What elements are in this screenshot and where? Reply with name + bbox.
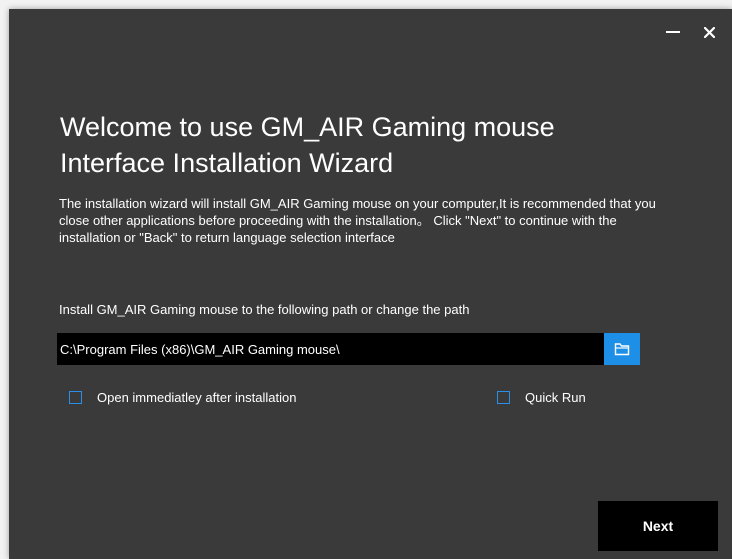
installer-window: Welcome to use GM_AIR Gaming mouse Inter… xyxy=(9,9,732,559)
close-icon xyxy=(703,26,715,38)
next-button[interactable]: Next xyxy=(598,501,718,551)
folder-icon xyxy=(614,343,630,356)
open-after-install-label: Open immediatley after installation xyxy=(97,390,297,405)
open-after-install-option[interactable]: Open immediatley after installation xyxy=(69,390,296,405)
browse-folder-button[interactable] xyxy=(604,333,640,365)
close-button[interactable] xyxy=(700,23,718,41)
window-controls xyxy=(664,23,718,41)
open-after-install-checkbox[interactable] xyxy=(69,391,82,404)
minimize-icon xyxy=(666,31,680,33)
quick-run-checkbox[interactable] xyxy=(497,391,510,404)
quick-run-option[interactable]: Quick Run xyxy=(497,390,586,405)
install-path-row xyxy=(57,333,640,365)
install-path-input[interactable] xyxy=(57,333,604,365)
title-line-1: Welcome to use GM_AIR Gaming mouse xyxy=(60,112,555,142)
minimize-button[interactable] xyxy=(664,23,682,41)
description-text: The installation wizard will install GM_… xyxy=(59,196,656,245)
install-path-label: Install GM_AIR Gaming mouse to the follo… xyxy=(59,302,470,317)
quick-run-label: Quick Run xyxy=(525,390,586,405)
title-line-2: Interface Installation Wizard xyxy=(60,148,394,178)
page-title: Welcome to use GM_AIR Gaming mouse Inter… xyxy=(60,109,700,181)
